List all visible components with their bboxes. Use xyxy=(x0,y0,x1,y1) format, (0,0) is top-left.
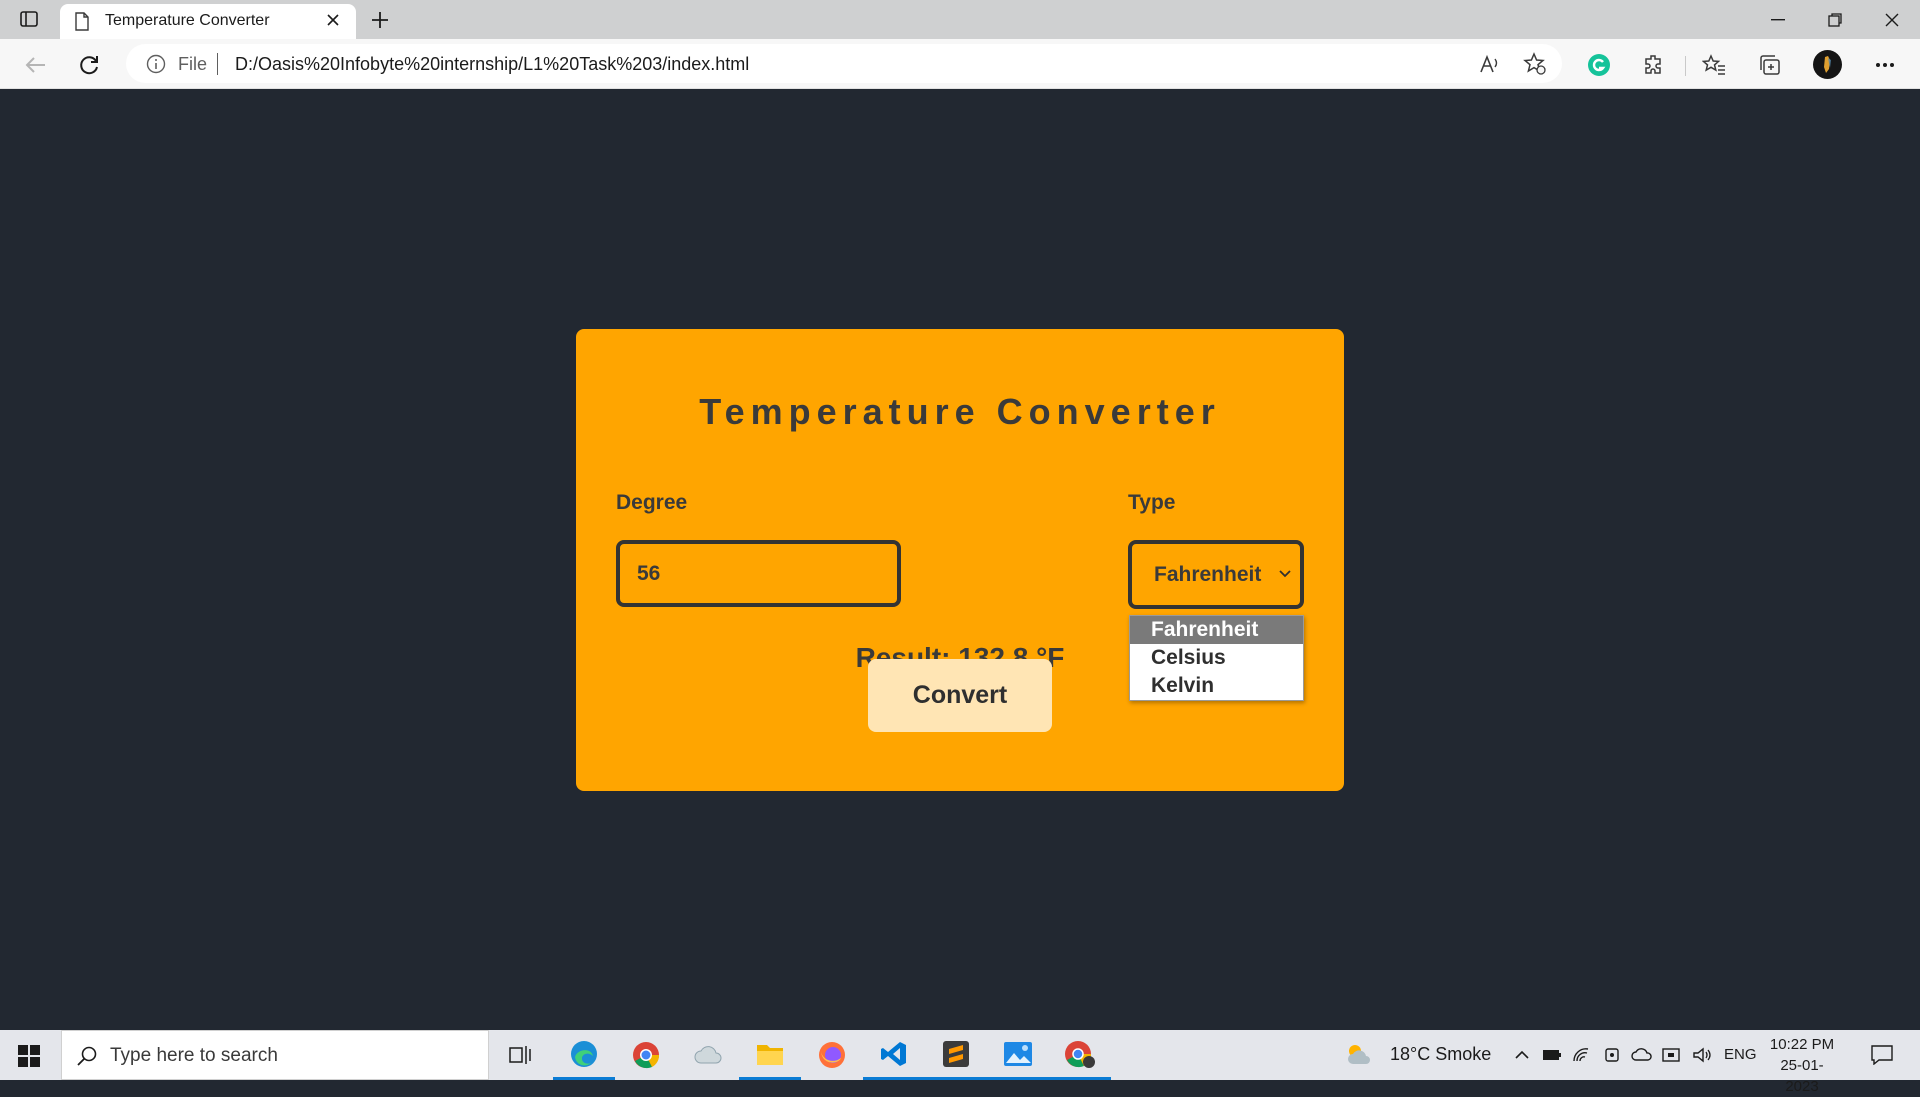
language-indicator[interactable]: ENG xyxy=(1724,1046,1757,1063)
page-title: Temperature Converter xyxy=(699,391,1221,432)
firefox-icon[interactable] xyxy=(801,1030,863,1080)
weather-icon[interactable] xyxy=(1340,1030,1380,1080)
degree-input[interactable] xyxy=(616,540,901,607)
type-option-kelvin[interactable]: Kelvin xyxy=(1130,672,1303,700)
read-aloud-icon[interactable] xyxy=(1478,52,1502,76)
clock-time: 10:22 PM xyxy=(1769,1036,1835,1053)
address-toolbar: File D:/Oasis%20Infobyte%20internship/L1… xyxy=(0,39,1920,89)
tab-title: Temperature Converter xyxy=(105,12,270,29)
new-tab-icon[interactable] xyxy=(368,8,392,32)
type-option-fahrenheit[interactable]: Fahrenheit xyxy=(1130,616,1303,644)
url-text[interactable]: D:/Oasis%20Infobyte%20internship/L1%20Ta… xyxy=(235,54,749,75)
browser-tab[interactable]: Temperature Converter xyxy=(60,4,356,39)
wifi-icon[interactable] xyxy=(1568,1030,1596,1080)
battery-icon[interactable] xyxy=(1538,1030,1566,1080)
grammarly-icon[interactable] xyxy=(1585,51,1613,79)
type-select[interactable]: Fahrenheit xyxy=(1128,540,1304,609)
search-placeholder: Type here to search xyxy=(110,1045,278,1066)
file-explorer-icon[interactable] xyxy=(739,1030,801,1080)
url-separator xyxy=(217,53,218,75)
info-icon[interactable] xyxy=(146,54,166,74)
device-icon[interactable] xyxy=(1598,1030,1626,1080)
chrome-profile-icon[interactable] xyxy=(1049,1030,1111,1080)
show-hidden-icons-chevron-up-icon[interactable] xyxy=(1508,1030,1536,1080)
photos-icon[interactable] xyxy=(987,1030,1049,1080)
refresh-icon[interactable] xyxy=(76,52,102,78)
window-controls xyxy=(1749,0,1920,39)
task-view-icon[interactable] xyxy=(489,1030,551,1080)
windows-start-icon[interactable] xyxy=(18,1045,40,1067)
chevron-down-icon xyxy=(1279,570,1291,578)
url-scheme-label: File xyxy=(178,54,208,74)
type-label: Type xyxy=(1128,491,1176,514)
network-icon[interactable] xyxy=(1658,1030,1686,1080)
toolbar-divider xyxy=(1685,56,1686,76)
extensions-icon[interactable] xyxy=(1640,51,1668,79)
close-window-icon[interactable] xyxy=(1863,0,1920,39)
profile-avatar[interactable] xyxy=(1813,50,1842,79)
search-icon xyxy=(76,1045,98,1067)
degree-label: Degree xyxy=(616,491,688,514)
clock[interactable]: 10:22 PM 25-01-2023 xyxy=(1766,1034,1838,1097)
taskbar: Type here to search 18°C Smoke ENG 10:22… xyxy=(0,1030,1920,1095)
taskbar-search-box[interactable]: Type here to search xyxy=(61,1030,489,1080)
onedrive-icon[interactable] xyxy=(1628,1030,1656,1080)
chrome-icon[interactable] xyxy=(615,1030,677,1080)
close-tab-icon[interactable] xyxy=(324,11,342,29)
add-favorite-icon[interactable] xyxy=(1523,52,1547,76)
tab-actions-icon[interactable] xyxy=(18,9,40,29)
collections-icon[interactable] xyxy=(1756,51,1784,79)
weather-text[interactable]: 18°C Smoke xyxy=(1390,1044,1491,1065)
back-icon[interactable] xyxy=(22,52,48,78)
favorites-icon[interactable] xyxy=(1700,51,1728,79)
minimize-icon[interactable] xyxy=(1749,0,1806,39)
sublime-text-icon[interactable] xyxy=(925,1030,987,1080)
url-bar[interactable]: File D:/Oasis%20Infobyte%20internship/L1… xyxy=(126,44,1562,83)
edge-icon[interactable] xyxy=(553,1030,615,1080)
clock-date: 25-01-2023 xyxy=(1780,1057,1824,1095)
notifications-icon[interactable] xyxy=(1864,1030,1900,1080)
more-options-icon[interactable] xyxy=(1871,51,1899,79)
page-viewport: Temperature Converter Degree Type Fahren… xyxy=(0,89,1920,1030)
page-icon xyxy=(74,12,90,31)
restore-icon[interactable] xyxy=(1806,0,1863,39)
vscode-icon[interactable] xyxy=(863,1030,925,1080)
tab-bar: Temperature Converter xyxy=(0,0,1920,39)
type-select-value: Fahrenheit xyxy=(1154,562,1262,586)
volume-icon[interactable] xyxy=(1688,1030,1716,1080)
convert-button[interactable]: Convert xyxy=(868,659,1052,732)
cloud-app-icon[interactable] xyxy=(677,1030,739,1080)
